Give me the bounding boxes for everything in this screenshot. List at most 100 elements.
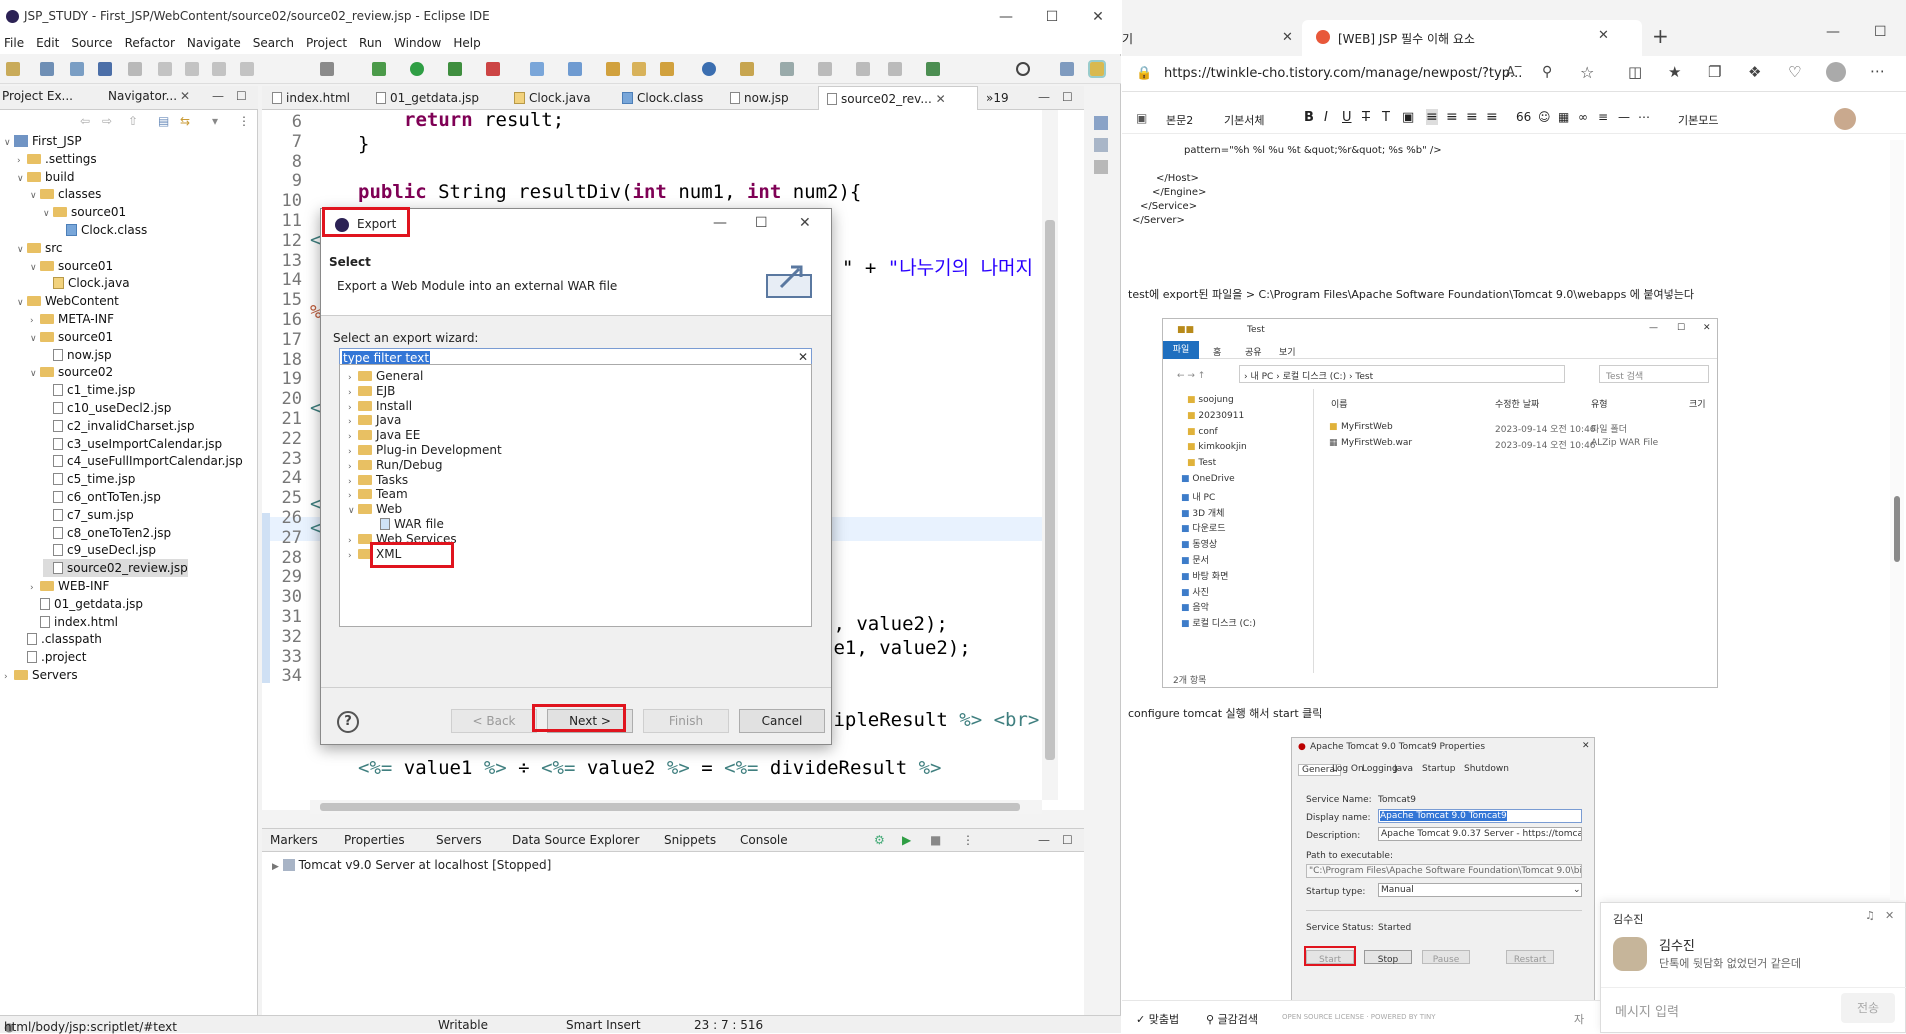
expanded-chevron-icon[interactable]: ∨ bbox=[4, 134, 14, 152]
maximize-view-icon[interactable]: ☐ bbox=[236, 89, 247, 103]
dialog-maximize-button[interactable]: ☐ bbox=[755, 215, 768, 231]
maximize-panel-icon[interactable]: ☐ bbox=[1062, 833, 1073, 847]
resume-icon[interactable] bbox=[158, 62, 172, 76]
underline-icon[interactable]: U bbox=[1342, 110, 1352, 125]
open-type-icon[interactable] bbox=[606, 62, 620, 76]
open-task-icon[interactable] bbox=[632, 62, 646, 76]
filter-icon[interactable]: ▾ bbox=[212, 114, 218, 128]
new-tab-icon[interactable]: + bbox=[1652, 24, 1669, 48]
nav-next-icon[interactable] bbox=[888, 62, 902, 76]
new-class-icon[interactable] bbox=[568, 62, 582, 76]
prev-tab-fragment[interactable]: 기 bbox=[1122, 30, 1133, 47]
tree-item[interactable]: c9_useDecl.jsp bbox=[43, 541, 156, 559]
save-fragment[interactable]: 자 bbox=[1574, 1011, 1584, 1027]
mode-select[interactable]: 기본모드 bbox=[1678, 112, 1718, 128]
content-search-button[interactable]: ⚲ 글감검색 bbox=[1206, 1011, 1258, 1027]
run-external-icon[interactable] bbox=[448, 62, 462, 76]
bell-icon[interactable]: ♫ bbox=[1865, 909, 1875, 922]
background-color-icon[interactable]: ▣ bbox=[1402, 110, 1414, 125]
tree-item[interactable]: index.html bbox=[30, 613, 118, 631]
tree-item[interactable]: ∨ src bbox=[17, 239, 63, 257]
chat-close-icon[interactable]: ✕ bbox=[1885, 909, 1894, 922]
minimize-button[interactable]: — bbox=[983, 0, 1029, 34]
expanded-chevron-icon[interactable]: ∨ bbox=[43, 205, 53, 223]
align-left-icon[interactable]: ≡ bbox=[1426, 109, 1438, 125]
tree-item[interactable]: c10_useDecl2.jsp bbox=[43, 399, 171, 417]
search-icon[interactable] bbox=[1016, 62, 1030, 76]
stop-server-icon[interactable]: ■ bbox=[930, 833, 941, 847]
text-color-icon[interactable]: T bbox=[1382, 110, 1390, 125]
editor-tab[interactable]: Clock.class bbox=[614, 86, 718, 110]
close-tab-icon[interactable]: ✕ bbox=[1598, 28, 1609, 43]
menu-edit[interactable]: Edit bbox=[34, 34, 69, 54]
expanded-chevron-icon[interactable]: ∨ bbox=[17, 241, 27, 259]
editor-vertical-scrollbar[interactable] bbox=[1042, 110, 1058, 800]
table-icon[interactable]: ▦ bbox=[1558, 110, 1569, 124]
finish-button[interactable]: Finish bbox=[643, 709, 729, 733]
dialog-minimize-button[interactable]: — bbox=[713, 215, 727, 231]
zoom-icon[interactable]: ⚲ bbox=[1542, 64, 1552, 80]
jee-perspective-icon[interactable] bbox=[1088, 60, 1106, 78]
server-row[interactable]: ▶ Tomcat v9.0 Server at localhost [Stopp… bbox=[272, 858, 551, 872]
profile-avatar[interactable] bbox=[1826, 62, 1846, 82]
editor-tab[interactable]: now.jsp bbox=[722, 86, 814, 110]
tree-item[interactable]: Clock.class bbox=[56, 221, 147, 239]
editor-horizontal-scrollbar[interactable] bbox=[310, 800, 1042, 814]
tree-item[interactable]: ∨ WebContent bbox=[17, 292, 119, 310]
globe-icon[interactable] bbox=[702, 62, 716, 76]
browser-minimize-button[interactable]: — bbox=[1826, 24, 1840, 40]
align-right-icon[interactable]: ≡ bbox=[1466, 109, 1478, 125]
list-icon[interactable]: ≡ bbox=[1598, 110, 1608, 124]
help-icon[interactable]: ? bbox=[337, 711, 359, 733]
lock-icon[interactable]: 🔒 bbox=[1136, 66, 1152, 81]
tab-overflow[interactable]: »19 bbox=[978, 86, 1018, 110]
coverage-icon[interactable] bbox=[486, 62, 500, 76]
nav-back-icon[interactable] bbox=[780, 62, 794, 76]
run-icon[interactable] bbox=[410, 62, 424, 76]
maximize-button[interactable]: ☐ bbox=[1029, 0, 1075, 34]
tab-markers[interactable]: Markers bbox=[270, 833, 318, 847]
tree-item[interactable]: c7_sum.jsp bbox=[43, 506, 134, 524]
tree-item[interactable]: c8_oneToTen2.jsp bbox=[43, 524, 171, 542]
tree-item[interactable]: ∨ source02 bbox=[30, 363, 113, 381]
tree-item[interactable]: source02_review.jsp bbox=[43, 559, 188, 578]
tab-navigator[interactable]: Navigator... bbox=[108, 89, 177, 103]
tree-item[interactable]: ∨ classes bbox=[30, 185, 101, 203]
read-aloud-icon[interactable]: A‾ bbox=[1506, 65, 1521, 80]
font-select[interactable]: 기본서체 bbox=[1224, 112, 1264, 128]
editor-tab[interactable]: Clock.java bbox=[506, 86, 610, 110]
spellcheck-button[interactable]: ✓ 맞춤법 bbox=[1136, 1011, 1179, 1027]
toggle-block-icon[interactable] bbox=[320, 62, 334, 76]
tab-servers[interactable]: Servers bbox=[436, 833, 482, 847]
align-center-icon[interactable]: ≡ bbox=[1446, 109, 1458, 125]
tree-item[interactable]: › .settings bbox=[17, 150, 97, 168]
collapsed-chevron-icon[interactable]: › bbox=[4, 668, 14, 686]
favorites-icon[interactable]: ★ bbox=[1668, 63, 1681, 81]
browser-scrollbar[interactable] bbox=[1890, 140, 1904, 900]
expanded-chevron-icon[interactable]: ∨ bbox=[17, 294, 27, 312]
tree-item[interactable]: .classpath bbox=[17, 630, 102, 648]
menu-navigate[interactable]: Navigate bbox=[185, 34, 251, 54]
view-menu-icon[interactable]: ⋮ bbox=[238, 114, 250, 128]
favorite-star-icon[interactable]: ☆ bbox=[1580, 63, 1594, 82]
close-tab-icon[interactable]: ✕ bbox=[936, 92, 946, 106]
tab-properties[interactable]: Properties bbox=[344, 833, 405, 847]
url-field[interactable]: https://twinkle-cho.tistory.com/manage/n… bbox=[1164, 66, 1522, 81]
minimize-view-icon[interactable]: — bbox=[212, 89, 224, 103]
perspective-icon[interactable] bbox=[1060, 62, 1074, 76]
editor-tab[interactable]: 01_getdata.jsp bbox=[368, 86, 502, 110]
tree-item[interactable]: now.jsp bbox=[43, 346, 112, 364]
expanded-chevron-icon[interactable]: ∨ bbox=[17, 170, 27, 188]
view-menu-icon[interactable]: ⋮ bbox=[962, 833, 974, 847]
chat-send-button[interactable]: 전송 bbox=[1841, 993, 1895, 1023]
emoticon-icon[interactable]: ☺ bbox=[1538, 110, 1551, 124]
back-button[interactable]: < Back bbox=[451, 709, 537, 733]
step-icon[interactable] bbox=[240, 62, 254, 76]
expand-icon[interactable]: ▶ bbox=[272, 862, 279, 872]
save-icon[interactable] bbox=[40, 62, 54, 76]
collections-icon[interactable]: ❐ bbox=[1708, 63, 1721, 81]
tab-data-source-explorer[interactable]: Data Source Explorer bbox=[512, 833, 639, 847]
search-tb-icon[interactable] bbox=[660, 62, 674, 76]
chat-input[interactable]: 메시지 입력 bbox=[1615, 1001, 1679, 1020]
tree-item[interactable]: c3_useImportCalendar.jsp bbox=[43, 435, 222, 453]
